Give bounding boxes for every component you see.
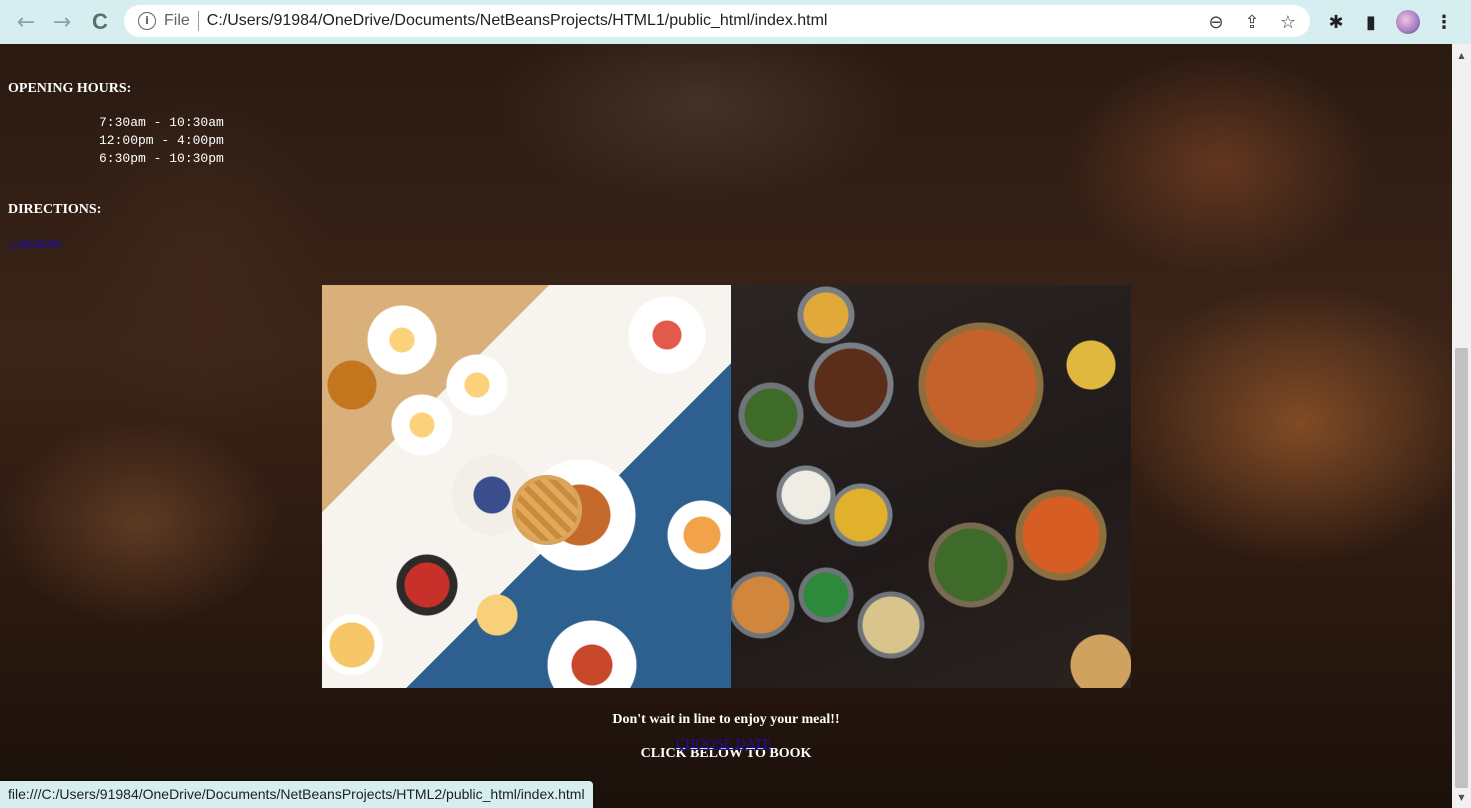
tagline-text: Don't wait in line to enjoy your meal!! (612, 712, 840, 727)
scroll-down-icon[interactable]: ▼ (1452, 790, 1471, 806)
address-bar[interactable]: i File C:/Users/91984/OneDrive/Documents… (124, 5, 1310, 37)
directions-heading: DIRECTIONS: (8, 202, 102, 217)
browser-toolbar: ← → C i File C:/Users/91984/OneDrive/Doc… (0, 0, 1471, 44)
choose-date-link[interactable]: CHOOSE DATE (676, 737, 771, 753)
opening-hours-heading: OPENING HOURS: (8, 81, 132, 96)
address-divider (197, 11, 199, 31)
vertical-scrollbar[interactable]: ▲ ▼ (1452, 44, 1471, 808)
share-icon[interactable]: ⇪ (1238, 8, 1266, 36)
food-banner-image (322, 285, 1131, 688)
side-panel-icon[interactable]: ▮ (1357, 8, 1385, 36)
scroll-thumb[interactable] (1455, 348, 1468, 788)
location-link[interactable]: > location (8, 234, 60, 250)
zoom-icon[interactable]: ⊖ (1202, 8, 1230, 36)
indian-cuisine-photo (731, 285, 1131, 688)
url-text[interactable]: C:/Users/91984/OneDrive/Documents/NetBea… (207, 12, 828, 30)
hours-row: 6:30pm - 10:30pm (99, 151, 224, 166)
opening-hours-list: 7:30am - 10:30am 12:00pm - 4:00pm 6:30pm -… (99, 114, 224, 168)
back-icon[interactable]: ← (12, 8, 40, 36)
menu-icon[interactable]: ⋮ (1430, 8, 1458, 36)
breakfast-photo (322, 285, 731, 688)
page-content: OPENING HOURS: 7:30am - 10:30am 12:00pm -… (0, 44, 1452, 808)
scroll-up-icon[interactable]: ▲ (1452, 48, 1471, 64)
forward-icon[interactable]: → (48, 8, 76, 36)
hours-row: 7:30am - 10:30am (99, 115, 224, 130)
reload-icon[interactable]: C (86, 8, 114, 36)
profile-avatar[interactable] (1396, 10, 1420, 34)
info-icon[interactable]: i (138, 12, 156, 30)
star-icon[interactable]: ☆ (1274, 8, 1302, 36)
extensions-icon[interactable]: ✱ (1322, 8, 1350, 36)
scheme-label: File (164, 12, 190, 29)
status-url-bubble: file:///C:/Users/91984/OneDrive/Document… (0, 781, 593, 808)
hours-row: 12:00pm - 4:00pm (99, 133, 224, 148)
